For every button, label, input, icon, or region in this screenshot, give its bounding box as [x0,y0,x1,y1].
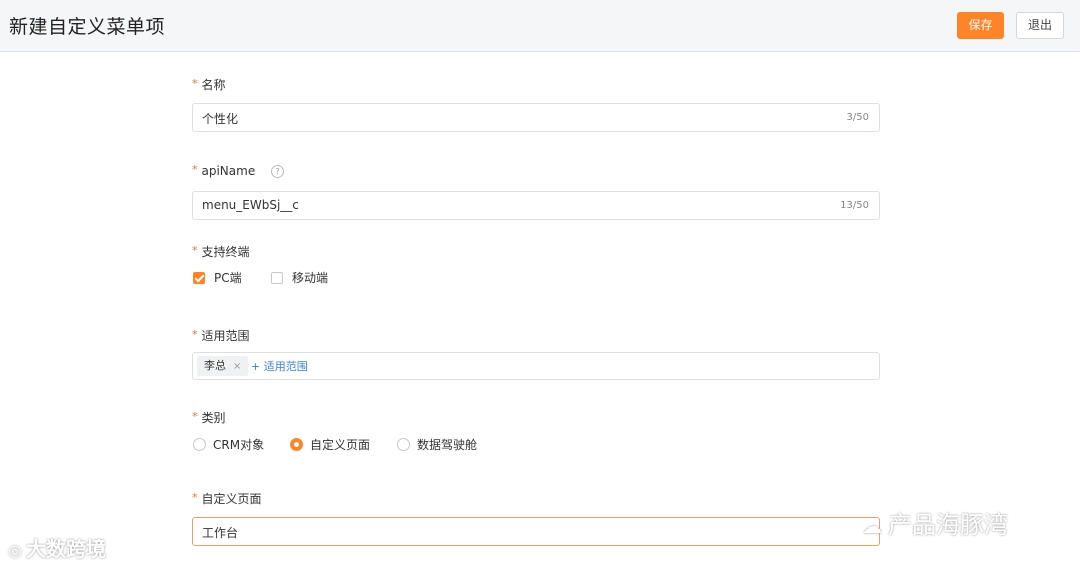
required-mark: * [192,163,198,176]
name-char-count: 3/50 [846,112,869,123]
terminal-label: * 支持终端 [192,244,250,259]
name-label: * 名称 [192,77,226,92]
terminal-option-pc[interactable]: PC端 [193,269,242,286]
custom-page-select[interactable]: 工作台 [192,517,880,546]
name-input[interactable]: 个性化 3/50 [192,103,880,132]
wechat-icon: ☁ [862,514,882,538]
category-option-dashboard[interactable]: 数据驾驶舱 [397,436,477,453]
add-scope-link[interactable]: + 适用范围 [251,358,308,374]
api-name-char-count: 13/50 [840,200,869,211]
radio-selected-icon[interactable] [290,438,303,451]
category-label: * 类别 [192,410,226,425]
required-mark: * [192,328,198,341]
radio-icon[interactable] [193,438,206,451]
watermark-right: ☁ 产品海豚湾 [862,511,1008,539]
exit-button[interactable]: 退出 [1016,12,1064,39]
checkbox-icon[interactable] [271,271,283,284]
terminal-option-mobile[interactable]: 移动端 [271,269,328,286]
name-value: 个性化 [202,112,239,126]
category-option-crm[interactable]: CRM对象 [193,436,264,453]
api-name-value: menu_EWbSj__c [202,198,299,212]
watermark-logo-icon: ◎ [8,541,22,560]
required-mark: * [192,491,198,504]
scope-tag: 李总 × [197,356,249,376]
required-mark: * [192,244,198,257]
scope-label: * 适用范围 [192,328,250,343]
watermark-left: ◎ 大数跨境 [8,537,106,561]
api-name-input[interactable]: menu_EWbSj__c 13/50 [192,191,880,220]
custom-page-label: * 自定义页面 [192,491,262,506]
close-icon[interactable]: × [233,361,241,372]
custom-page-value: 工作台 [202,526,239,540]
required-mark: * [192,77,198,90]
api-name-label: * apiName ? [192,163,285,179]
radio-icon[interactable] [397,438,410,451]
required-mark: * [192,410,198,423]
save-button[interactable]: 保存 [957,12,1004,39]
page-title: 新建自定义菜单项 [9,16,166,38]
scope-selector[interactable]: 李总 × + 适用范围 [192,352,880,380]
category-option-custom-page[interactable]: 自定义页面 [290,436,370,453]
page-header: 新建自定义菜单项 保存 退出 [0,0,1080,52]
checkbox-checked-icon[interactable] [193,271,205,284]
help-icon[interactable]: ? [271,165,285,178]
